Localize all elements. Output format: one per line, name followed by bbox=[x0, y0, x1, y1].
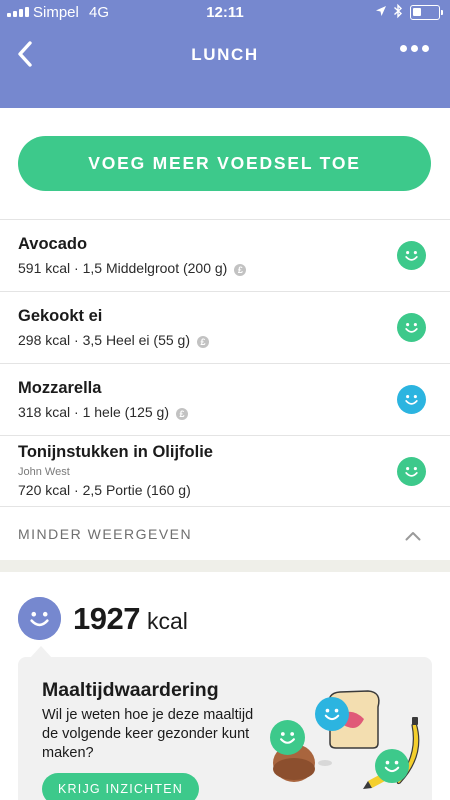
green-face-icon bbox=[375, 749, 409, 783]
get-insights-button[interactable]: KRIJG INZICHTEN bbox=[42, 773, 199, 800]
meal-rating-face-icon bbox=[18, 597, 61, 640]
food-detail: 720 kcal · 2,5 Portie (160 g) bbox=[18, 482, 191, 498]
verified-badge-icon: £ bbox=[175, 408, 188, 420]
food-list: Avocado 591 kcal · 1,5 Middelgroot (200 … bbox=[0, 219, 450, 506]
verified-badge-icon: £ bbox=[234, 264, 247, 276]
food-item-avocado[interactable]: Avocado 591 kcal · 1,5 Middelgroot (200 … bbox=[0, 219, 450, 291]
header-bar: Simpel 4G 12:11 LUNCH bbox=[0, 0, 450, 108]
card-title: Maaltijdwaardering bbox=[42, 679, 219, 701]
section-divider bbox=[0, 560, 450, 572]
bluetooth-icon bbox=[393, 3, 403, 22]
food-name: Avocado bbox=[18, 235, 88, 253]
food-name: Mozzarella bbox=[18, 379, 102, 397]
food-item-mozzarella[interactable]: Mozzarella 318 kcal · 1 hele (125 g) £ bbox=[0, 363, 450, 435]
page-title: LUNCH bbox=[191, 45, 259, 64]
more-options-button[interactable] bbox=[397, 38, 431, 60]
battery-icon bbox=[410, 5, 443, 20]
food-detail: 591 kcal · 1,5 Middelgroot (200 g) £ bbox=[18, 260, 247, 276]
food-brand: John West bbox=[18, 466, 70, 478]
food-detail: 298 kcal · 3,5 Heel ei (55 g) £ bbox=[18, 332, 209, 348]
food-name: Gekookt ei bbox=[18, 307, 103, 325]
show-less-toggle[interactable]: MINDER WEERGEVEN bbox=[0, 506, 450, 560]
meal-total-kcal: 1927 kcal bbox=[73, 601, 188, 636]
add-more-food-button[interactable]: VOEG MEER VOEDSEL TOE bbox=[18, 136, 431, 191]
meal-rating-card: Maaltijdwaardering Wil je weten hoe je d… bbox=[18, 657, 432, 800]
rating-face-icon bbox=[397, 457, 426, 486]
status-bar: Simpel 4G 12:11 bbox=[0, 0, 450, 26]
rating-face-icon bbox=[397, 241, 426, 270]
rating-face-icon bbox=[397, 313, 426, 342]
food-item-gekookt-ei[interactable]: Gekookt ei 298 kcal · 3,5 Heel ei (55 g)… bbox=[0, 291, 450, 363]
verified-badge-icon: £ bbox=[196, 336, 209, 348]
rating-face-icon bbox=[397, 385, 426, 414]
food-detail: 318 kcal · 1 hele (125 g) £ bbox=[18, 404, 188, 420]
food-item-tonijnstukken[interactable]: Tonijnstukken in Olijfolie John West 720… bbox=[0, 435, 450, 506]
food-name: Tonijnstukken in Olijfolie bbox=[18, 443, 213, 461]
show-less-label: MINDER WEERGEVEN bbox=[18, 526, 193, 542]
location-arrow-icon bbox=[376, 6, 386, 16]
card-description: Wil je weten hoe je deze maaltijd de vol… bbox=[42, 707, 254, 761]
chevron-up-icon bbox=[405, 532, 421, 541]
more-dots-icon bbox=[400, 45, 407, 52]
green-face-icon bbox=[270, 720, 305, 755]
blue-face-icon bbox=[315, 697, 349, 731]
